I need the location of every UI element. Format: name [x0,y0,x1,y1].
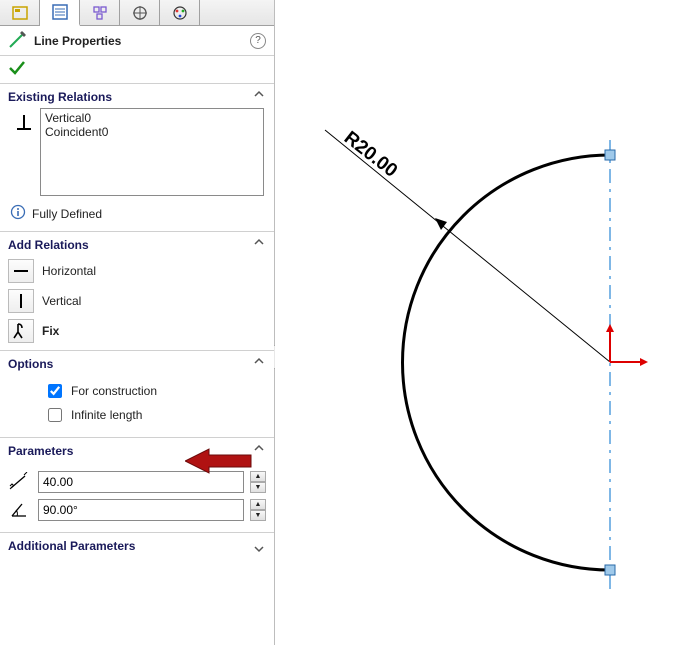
infinite-length-input[interactable] [48,408,62,422]
parameters-label: Parameters [8,444,73,458]
for-construction-label: For construction [71,384,157,398]
origin-marker [606,324,648,366]
relation-icon [12,110,36,134]
length-icon [6,470,32,494]
feature-manager-tabs [0,0,274,26]
add-relation-fix[interactable]: Fix [6,316,268,346]
sketch-arc[interactable] [403,155,611,570]
radius-dimension-text[interactable]: R20.00 [340,127,401,181]
relation-item[interactable]: Coincident0 [45,125,259,139]
chevron-up-icon [252,441,266,455]
vertical-icon [8,289,34,313]
for-construction-input[interactable] [48,384,62,398]
length-spin-down[interactable]: ▼ [250,482,266,493]
section-existing-relations[interactable]: Existing Relations [0,84,274,108]
length-spin-up[interactable]: ▲ [250,471,266,482]
angle-input[interactable] [38,499,244,521]
horizontal-label: Horizontal [42,264,96,278]
definition-status: Fully Defined [32,207,102,221]
sketch-canvas: R20.00 [275,0,698,645]
relation-item[interactable]: Vertical0 [45,111,259,125]
relations-list[interactable]: Vertical0 Coincident0 [40,108,264,196]
endpoint-handle[interactable] [605,150,615,160]
panel-title: Line Properties [34,34,250,48]
existing-relations-label: Existing Relations [8,90,112,104]
endpoint-handle[interactable] [605,565,615,575]
add-relations-label: Add Relations [8,238,89,252]
chevron-up-icon [252,87,266,101]
angle-spin-up[interactable]: ▲ [250,499,266,510]
vertical-label: Vertical [42,294,81,308]
help-icon[interactable]: ? [250,33,266,49]
section-options[interactable]: Options [0,351,274,375]
angle-icon [6,498,32,522]
tab-feature-tree[interactable] [0,0,40,26]
angle-spin-down[interactable]: ▼ [250,510,266,521]
additional-parameters-label: Additional Parameters [8,539,135,553]
section-add-relations[interactable]: Add Relations [0,232,274,256]
section-parameters[interactable]: Parameters [0,438,274,462]
horizontal-icon [8,259,34,283]
chevron-up-icon [252,354,266,368]
infinite-length-checkbox[interactable]: Infinite length [44,405,266,425]
tab-configuration-manager[interactable] [80,0,120,26]
for-construction-checkbox[interactable]: For construction [44,381,266,401]
section-additional-parameters[interactable]: Additional Parameters [0,533,274,557]
fix-label: Fix [42,324,59,338]
info-icon [10,204,26,223]
add-relation-horizontal[interactable]: Horizontal [6,256,268,286]
tab-dimxpert[interactable] [120,0,160,26]
ok-icon[interactable] [8,59,26,80]
infinite-length-label: Infinite length [71,408,142,422]
length-input[interactable] [38,471,244,493]
options-label: Options [8,357,53,371]
chevron-down-icon [252,542,266,556]
chevron-up-icon [252,235,266,249]
graphics-viewport[interactable]: R20.00 [275,0,698,645]
line-icon [8,29,28,52]
fix-icon [8,319,34,343]
tab-appearances[interactable] [160,0,200,26]
tab-property-manager[interactable] [40,0,80,26]
add-relation-vertical[interactable]: Vertical [6,286,268,316]
